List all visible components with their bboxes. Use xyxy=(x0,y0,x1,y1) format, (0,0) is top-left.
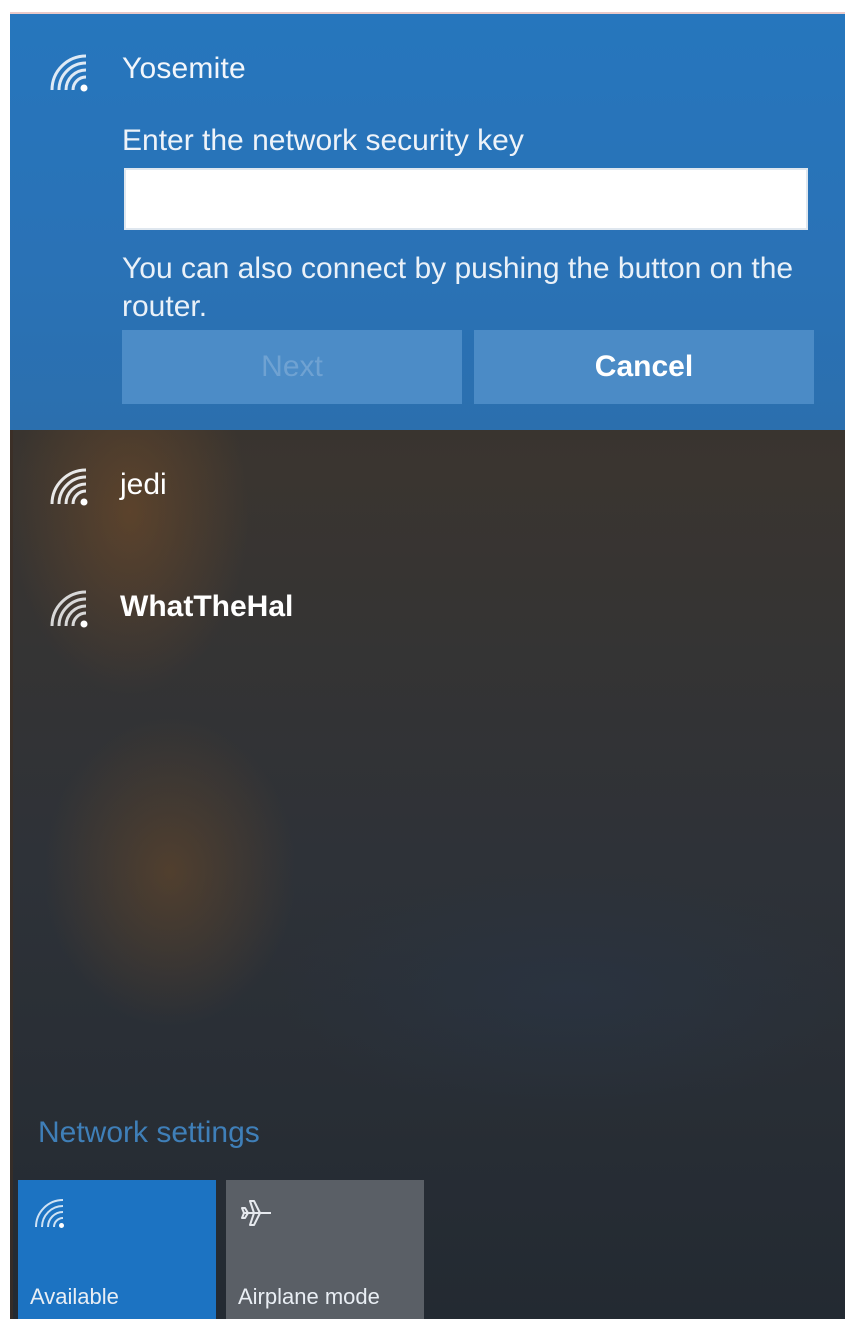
next-button[interactable]: Next xyxy=(122,330,462,404)
wps-hint-text: You can also connect by pushing the butt… xyxy=(122,252,794,323)
wifi-icon xyxy=(32,1196,66,1230)
network-item-whatthehal[interactable]: WhatTheHal xyxy=(10,564,845,654)
network-flyout: Yosemite Enter the network security key … xyxy=(10,12,845,1319)
expanded-network-panel[interactable]: Yosemite Enter the network security key … xyxy=(10,12,845,430)
wifi-signal-icon xyxy=(46,50,90,94)
available-label: Available xyxy=(30,1284,119,1309)
airplane-mode-tile[interactable]: Airplane mode xyxy=(226,1180,424,1319)
available-toggle-tile[interactable]: Available xyxy=(18,1180,216,1319)
cancel-button[interactable]: Cancel xyxy=(474,330,814,404)
network-name: jedi xyxy=(120,468,167,501)
network-settings-link[interactable]: Network settings xyxy=(38,1116,260,1150)
security-key-input[interactable] xyxy=(124,168,808,230)
airplane-icon xyxy=(240,1196,274,1230)
wifi-signal-icon xyxy=(46,586,90,630)
network-name: WhatTheHal xyxy=(120,590,294,623)
security-key-label: Enter the network security key xyxy=(122,124,524,157)
wifi-signal-icon xyxy=(46,464,90,508)
network-item-jedi[interactable]: jedi xyxy=(10,442,845,532)
network-name: Yosemite xyxy=(122,52,246,85)
airplane-mode-label: Airplane mode xyxy=(238,1284,380,1309)
